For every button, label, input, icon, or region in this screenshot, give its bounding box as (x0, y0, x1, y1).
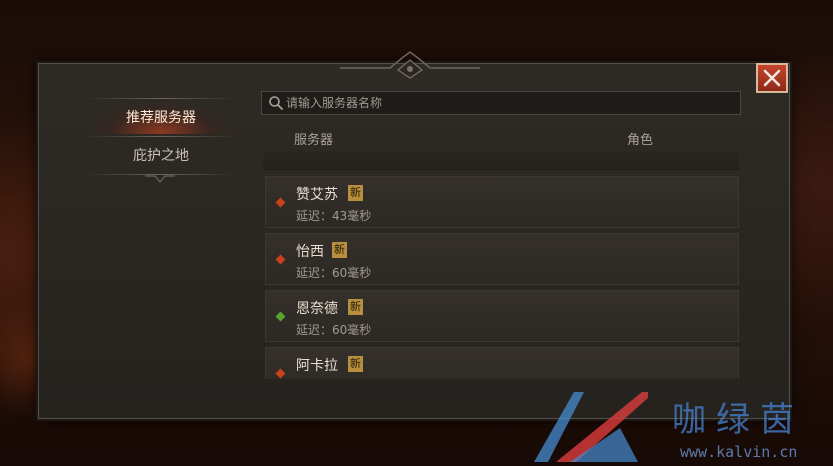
status-indicator-icon (275, 254, 286, 265)
server-name: 恩奈德 (296, 301, 338, 317)
table-header: 服务器 角色 (261, 124, 741, 150)
new-badge: 新 (348, 299, 363, 315)
server-category-nav: 推荐服务器 庇护之地 (85, 98, 237, 183)
nav-item-label: 庇护之地 (133, 148, 189, 164)
status-indicator-icon (275, 368, 286, 379)
nav-item-sanctuary[interactable]: 庇护之地 (85, 138, 237, 172)
server-row[interactable]: 怡西 新 延迟：60毫秒 (265, 233, 739, 285)
nav-ornament-icon (145, 175, 175, 183)
new-badge: 新 (332, 242, 347, 258)
watermark-url: www.kalvin.cn (680, 443, 798, 461)
new-badge: 新 (348, 356, 363, 372)
server-latency: 延迟：43毫秒 (296, 209, 372, 223)
server-row[interactable]: 赞艾苏 新 延迟：43毫秒 (265, 176, 739, 228)
nav-divider (85, 98, 237, 99)
status-indicator-icon (275, 311, 286, 322)
nav-divider (85, 136, 237, 137)
server-name: 怡西 (296, 244, 324, 260)
table-header-divider (263, 151, 739, 170)
nav-item-label: 推荐服务器 (126, 110, 196, 126)
close-button[interactable] (756, 63, 788, 93)
search-input[interactable] (284, 93, 726, 113)
server-search-box[interactable] (261, 91, 741, 115)
new-badge: 新 (348, 185, 363, 201)
server-row[interactable]: 恩奈德 新 延迟：60毫秒 (265, 290, 739, 342)
server-list[interactable]: 赞艾苏 新 延迟：43毫秒 怡西 新 延迟：60毫秒 恩奈德 新 延迟：60毫秒… (263, 176, 739, 379)
top-ornament-icon (340, 51, 480, 79)
server-latency: 延迟：60毫秒 (296, 323, 372, 337)
close-icon (763, 69, 781, 87)
column-header-role: 角色 (627, 133, 654, 148)
status-indicator-icon (275, 197, 286, 208)
search-icon (269, 96, 283, 110)
nav-item-recommended[interactable]: 推荐服务器 (85, 100, 237, 134)
watermark-logo-icon (534, 392, 648, 462)
column-header-server: 服务器 (294, 133, 334, 148)
server-row[interactable]: 阿卡拉 新 (265, 347, 739, 379)
server-latency: 延迟：60毫秒 (296, 266, 372, 280)
server-name: 赞艾苏 (296, 187, 338, 203)
server-name: 阿卡拉 (296, 358, 338, 374)
watermark-text: 咖绿茵 (672, 400, 804, 440)
